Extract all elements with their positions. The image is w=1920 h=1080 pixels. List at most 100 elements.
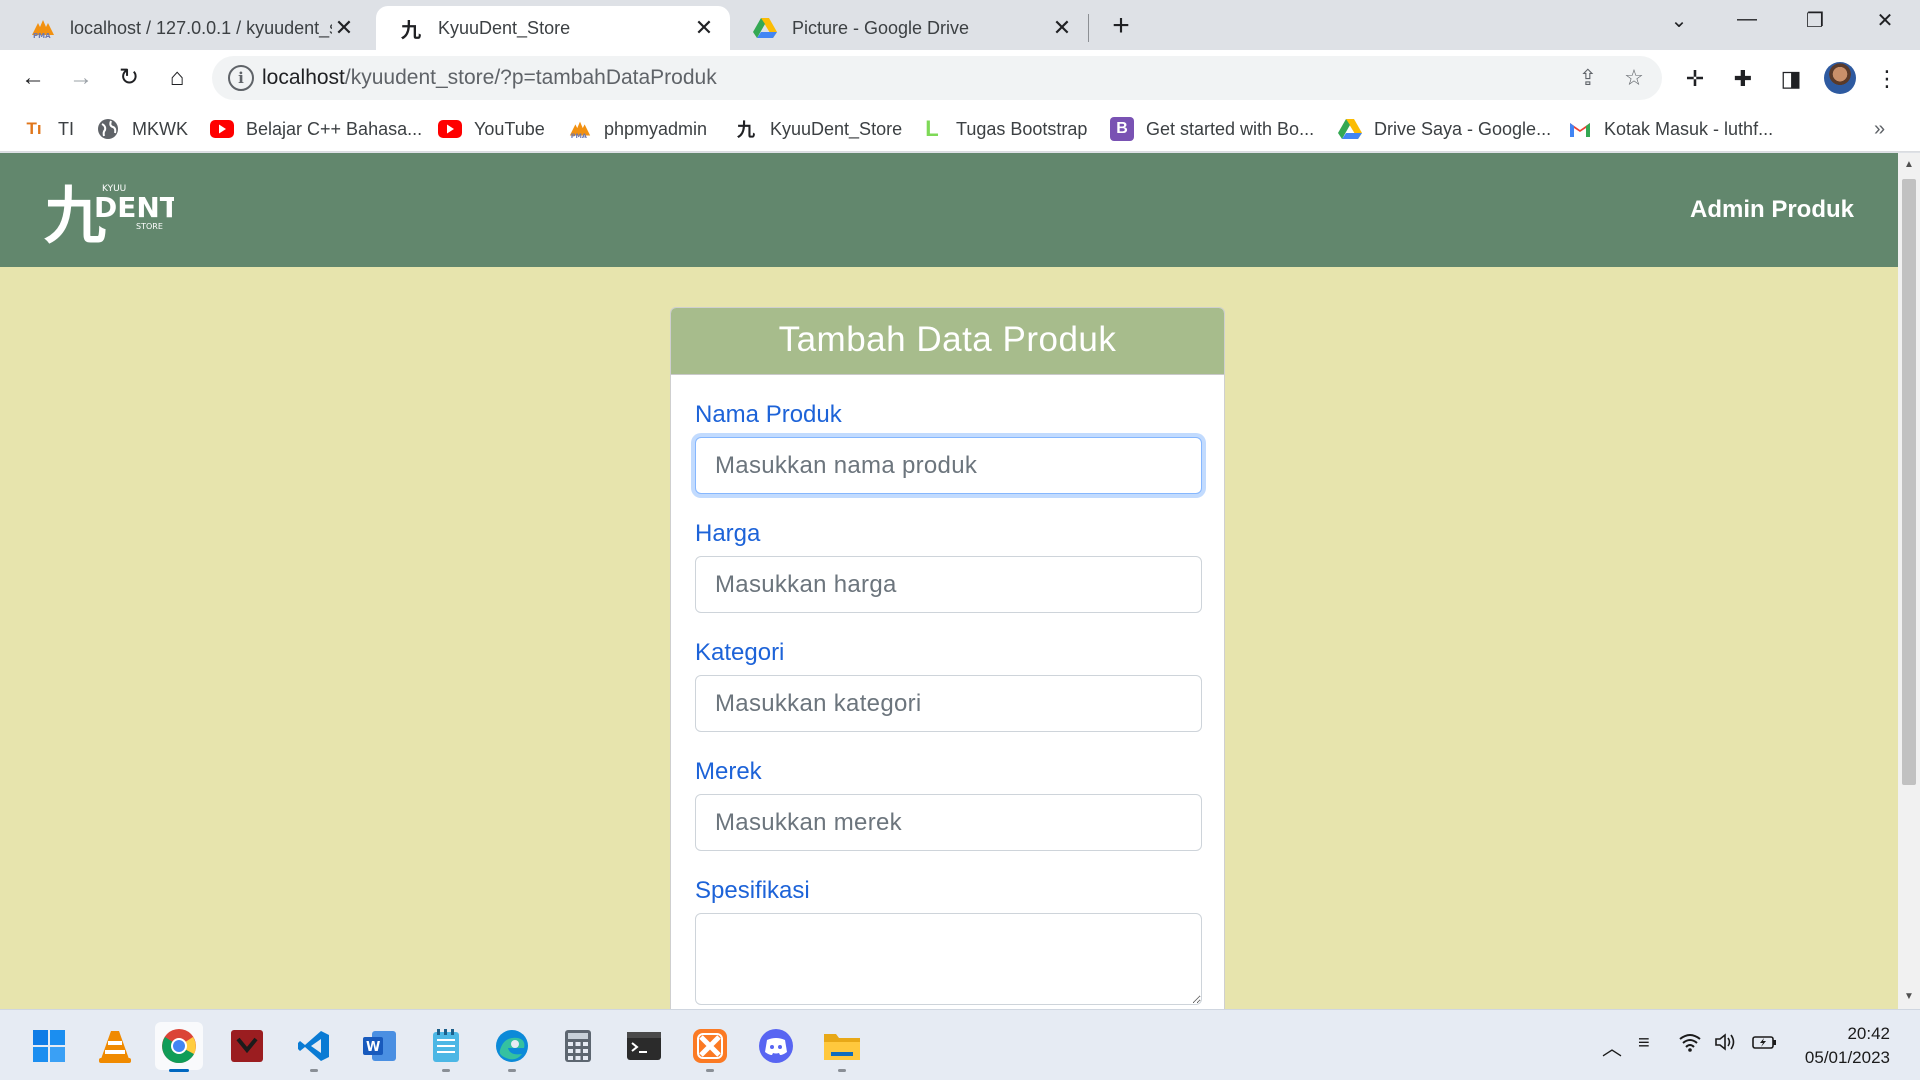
calculator-icon[interactable] (554, 1022, 602, 1070)
globe-icon (96, 117, 120, 141)
close-tab-icon[interactable]: ✕ (1050, 15, 1074, 40)
bookmark-youtube[interactable]: YouTube (438, 115, 545, 143)
bookmark-star-icon[interactable]: ☆ (1620, 64, 1648, 92)
l-icon: L (925, 116, 939, 141)
page-scrollbar[interactable]: ▲ ▼ (1898, 153, 1920, 1009)
restore-button[interactable]: ❐ (1792, 8, 1838, 38)
minimize-button[interactable]: — (1724, 8, 1770, 38)
share-icon[interactable]: ⇪ (1574, 64, 1602, 92)
home-button[interactable]: ⌂ (162, 64, 192, 94)
svg-text:STORE: STORE (136, 222, 163, 231)
scroll-down-arrow-icon[interactable]: ▼ (1898, 987, 1920, 1007)
input-kategori[interactable] (695, 675, 1202, 732)
clock-date: 05/01/2023 (1804, 1048, 1890, 1067)
textarea-spesifikasi[interactable] (695, 913, 1202, 1005)
close-window-button[interactable]: ✕ (1862, 8, 1908, 38)
kyuudent-logo[interactable]: 九 KYUU DENT STORE (44, 177, 179, 252)
side-panel-icon[interactable]: ◨ (1776, 64, 1806, 94)
terminal-icon[interactable] (620, 1022, 668, 1070)
nav-admin-produk[interactable]: Admin Produk (1690, 196, 1854, 224)
start-icon[interactable] (25, 1022, 73, 1070)
svg-text:PMA: PMA (33, 32, 51, 39)
bookmark-kotak-masuk[interactable]: Kotak Masuk - luthf... (1568, 115, 1773, 143)
mendeley-icon[interactable] (223, 1022, 271, 1070)
svg-text:DENT: DENT (94, 191, 174, 224)
tab-google-drive[interactable]: Picture - Google Drive ✕ (730, 6, 1088, 50)
field-merek: Merek (695, 758, 1202, 851)
volume-icon[interactable] (1714, 1032, 1738, 1058)
vscode-icon[interactable] (290, 1022, 338, 1072)
system-clock[interactable]: 20:42 05/01/2023 (1790, 1022, 1890, 1070)
label-kategori: Kategori (695, 639, 785, 666)
ti-icon: Tı (26, 119, 42, 138)
google-drive-icon (752, 15, 778, 41)
file-explorer-icon[interactable] (818, 1022, 866, 1072)
edge-icon[interactable] (488, 1022, 536, 1072)
scrollbar-thumb[interactable] (1902, 179, 1916, 785)
add-product-card: Tambah Data Produk Nama Produk Harga Kat… (670, 307, 1225, 1009)
label-nama-produk: Nama Produk (695, 401, 842, 428)
label-spesifikasi: Spesifikasi (695, 877, 810, 904)
word-icon[interactable]: W (356, 1022, 404, 1070)
input-merek[interactable] (695, 794, 1202, 851)
field-harga: Harga (695, 520, 1202, 613)
phpmyadmin-icon: PMA (30, 15, 56, 41)
back-button[interactable]: ← (18, 64, 48, 94)
forward-button[interactable]: → (66, 64, 96, 94)
form-title: Tambah Data Produk (671, 308, 1224, 375)
close-tab-icon[interactable]: ✕ (332, 15, 356, 40)
windows-taskbar: W ︿ ≡ 20:42 05/01/2023 (0, 1009, 1920, 1080)
wifi-icon[interactable] (1678, 1032, 1702, 1058)
label-merek: Merek (695, 758, 762, 785)
address-bar[interactable]: i localhost/kyuudent_store/?p=tambahData… (212, 56, 1662, 100)
tab-search-icon[interactable]: ⌄ (1656, 8, 1702, 38)
field-spesifikasi: Spesifikasi (695, 877, 1202, 1009)
battery-icon[interactable] (1752, 1032, 1778, 1058)
xampp-icon[interactable] (686, 1022, 734, 1072)
youtube-icon (438, 117, 462, 141)
bookmark-mkwk[interactable]: MKWK (96, 115, 188, 143)
site-info-icon[interactable]: i (228, 65, 254, 91)
close-tab-icon[interactable]: ✕ (692, 15, 716, 40)
reload-button[interactable]: ↻ (114, 64, 144, 94)
bookmark-ti[interactable]: Tı TI (22, 115, 74, 143)
clock-time: 20:42 (1847, 1024, 1890, 1043)
chrome-icon[interactable] (155, 1022, 203, 1072)
extensions-puzzle-icon[interactable]: ✚ (1728, 64, 1758, 94)
scroll-up-arrow-icon[interactable]: ▲ (1898, 155, 1920, 175)
bookmarks-overflow-button[interactable]: » (1874, 118, 1885, 141)
field-nama-produk: Nama Produk (695, 401, 1202, 494)
input-nama-produk[interactable] (695, 437, 1202, 494)
google-drive-icon (1338, 117, 1362, 141)
bookmark-bootstrap[interactable]: B Get started with Bo... (1110, 115, 1314, 143)
chrome-menu-icon[interactable]: ⋮ (1872, 64, 1902, 94)
new-tab-button[interactable]: + (1106, 11, 1136, 42)
svg-text:PMA: PMA (571, 132, 587, 140)
address-url[interactable]: localhost/kyuudent_store/?p=tambahDataPr… (262, 66, 717, 90)
field-kategori: Kategori (695, 639, 1202, 732)
phpmyadmin-icon: PMA (568, 117, 592, 141)
bookmark-belajar-cpp[interactable]: Belajar C++ Bahasa... (210, 115, 422, 143)
tab-phpmyadmin[interactable]: PMA localhost / 127.0.0.1 / kyuudent_s ✕ (8, 6, 370, 50)
page-viewport: 九 KYUU DENT STORE Admin Produk Tambah Da… (0, 153, 1898, 1009)
bootstrap-icon: B (1110, 117, 1134, 141)
tab-kyuudent-store[interactable]: 九 KyuuDent_Store ✕ (376, 6, 730, 50)
discord-icon[interactable] (752, 1022, 800, 1070)
notification-icon[interactable]: ≡ (1638, 1032, 1650, 1055)
profile-avatar[interactable] (1824, 62, 1856, 94)
bookmark-kyuudent-store[interactable]: 九 KyuuDent_Store (734, 115, 902, 143)
gmail-icon (1568, 117, 1592, 141)
bookmark-drive-saya[interactable]: Drive Saya - Google... (1338, 115, 1551, 143)
label-harga: Harga (695, 520, 761, 547)
notepad-icon[interactable] (422, 1022, 470, 1072)
vlc-icon[interactable] (91, 1022, 139, 1070)
bookmark-phpmyadmin[interactable]: PMA phpmyadmin (568, 115, 707, 143)
tab-separator (1088, 14, 1089, 42)
kyuudent-icon: 九 (401, 19, 421, 42)
svg-text:W: W (366, 1040, 380, 1055)
show-hidden-icons-chevron-icon[interactable]: ︿ (1602, 1032, 1622, 1061)
input-harga[interactable] (695, 556, 1202, 613)
extension-move-icon[interactable]: ✛ (1680, 64, 1710, 94)
bookmark-tugas-bootstrap[interactable]: L Tugas Bootstrap (920, 115, 1087, 143)
add-product-form: Nama Produk Harga Kategori Merek Spesifi… (671, 375, 1224, 1009)
